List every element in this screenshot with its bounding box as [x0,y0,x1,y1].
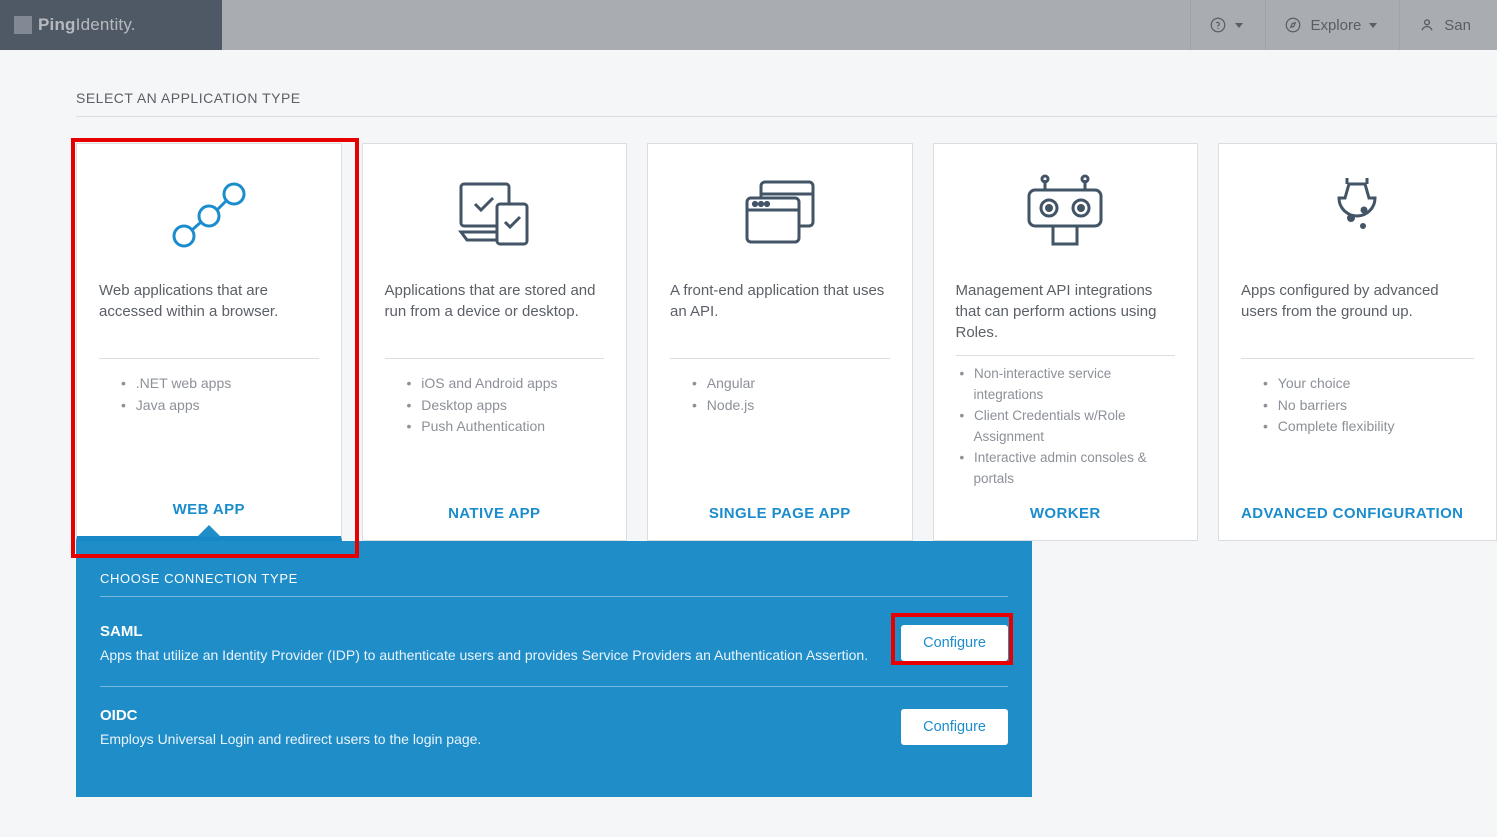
list-item: Node.js [706,395,890,417]
list-item: .NET web apps [135,373,319,395]
connection-panel-title: CHOOSE CONNECTION TYPE [100,571,1008,586]
card-examples: .NET web apps Java apps [99,373,319,489]
card-worker[interactable]: Management API integrations that can per… [933,143,1199,541]
connection-description: Apps that utilize an Identity Provider (… [100,646,877,666]
compass-icon [1284,16,1302,34]
divider [100,596,1008,597]
card-examples: Your choice No barriers Complete flexibi… [1241,373,1474,501]
card-advanced-configuration[interactable]: Apps configured by advanced users from t… [1218,143,1497,541]
card-description: Management API integrations that can per… [956,280,1176,343]
card-description: Apps configured by advanced users from t… [1241,280,1474,338]
explore-label: Explore [1310,17,1361,34]
connection-type-panel: CHOOSE CONNECTION TYPE SAML Apps that ut… [76,541,1032,797]
card-label: WORKER [956,505,1176,522]
spa-icon [670,164,890,264]
native-app-icon [385,164,605,264]
help-button[interactable] [1190,0,1261,50]
explore-button[interactable]: Explore [1265,0,1395,50]
list-item: Desktop apps [421,395,605,417]
list-item: Complete flexibility [1277,416,1474,438]
card-web-app[interactable]: Web applications that are accessed withi… [76,143,342,541]
section-title: SELECT AN APPLICATION TYPE [76,90,1497,106]
list-item: Your choice [1277,373,1474,395]
connection-name: SAML [100,623,877,640]
list-item: Interactive admin consoles & portals [974,448,1176,490]
card-single-page-app[interactable]: A front-end application that uses an API… [647,143,913,541]
card-label: SINGLE PAGE APP [670,505,890,522]
brand-logo[interactable]: PingIdentity. [0,0,222,50]
chevron-down-icon [1235,23,1243,28]
card-label: ADVANCED CONFIGURATION [1241,505,1474,522]
connection-row-oidc: OIDC Employs Universal Login and redirec… [100,699,1008,758]
card-description: A front-end application that uses an API… [670,280,890,338]
divider [670,358,890,359]
brand-text: PingIdentity. [38,15,136,35]
card-native-app[interactable]: Applications that are stored and run fro… [362,143,628,541]
list-item: Client Credentials w/Role Assignment [974,406,1176,448]
list-item: iOS and Android apps [421,373,605,395]
web-app-icon [99,164,319,264]
user-icon [1418,16,1436,34]
card-label: NATIVE APP [385,505,605,522]
card-examples: Non-interactive service integrations Cli… [956,364,1176,493]
card-description: Web applications that are accessed withi… [99,280,319,338]
connection-row-saml: SAML Apps that utilize an Identity Provi… [100,615,1008,674]
list-item: Non-interactive service integrations [974,364,1176,406]
divider [385,358,605,359]
card-description: Applications that are stored and run fro… [385,280,605,338]
divider [956,355,1176,356]
divider [100,686,1008,687]
user-label: San [1444,17,1471,34]
configure-saml-button[interactable]: Configure [901,625,1008,661]
top-bar-right: Explore San [222,0,1497,50]
chevron-down-icon [1369,23,1377,28]
card-examples: iOS and Android apps Desktop apps Push A… [385,373,605,493]
connection-name: OIDC [100,707,877,724]
list-item: Push Authentication [421,416,605,438]
card-examples: Angular Node.js [670,373,890,493]
connection-description: Employs Universal Login and redirect use… [100,730,877,750]
configure-oidc-button[interactable]: Configure [901,709,1008,745]
divider [76,116,1497,117]
card-label: WEB APP [99,501,319,518]
list-item: Java apps [135,395,319,417]
list-item: Angular [706,373,890,395]
worker-icon [956,164,1176,264]
app-type-cards: Web applications that are accessed withi… [76,143,1497,541]
advanced-icon [1241,164,1474,264]
top-bar: PingIdentity. Explore San [0,0,1497,50]
list-item: No barriers [1277,395,1474,417]
divider [99,358,319,359]
help-icon [1209,16,1227,34]
brand-mark-icon [14,16,32,34]
user-menu[interactable]: San [1399,0,1489,50]
divider [1241,358,1474,359]
